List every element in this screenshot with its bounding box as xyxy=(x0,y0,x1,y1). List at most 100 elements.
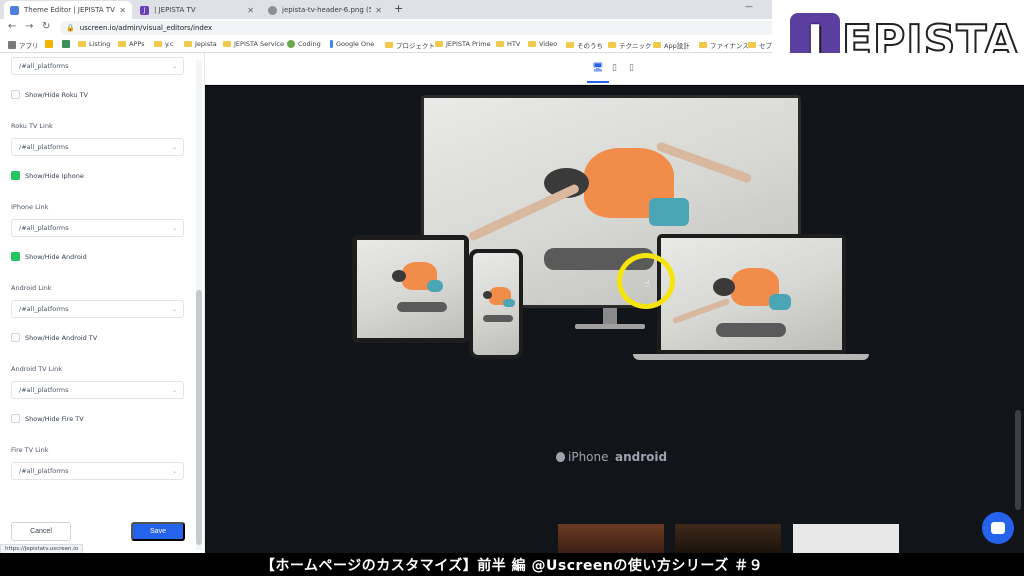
reload-icon[interactable]: ↻ xyxy=(42,21,50,32)
roku-tv-link-select[interactable]: /#all_platforms ⌄ xyxy=(11,138,184,156)
lock-icon: 🔒 xyxy=(66,24,75,32)
bookmark-item[interactable] xyxy=(45,40,56,48)
top-link-select[interactable]: /#all_platforms ⌄ xyxy=(11,57,184,75)
globe-icon xyxy=(268,5,277,15)
chevron-down-icon: ⌄ xyxy=(171,224,177,232)
android-tv-link-select[interactable]: /#all_platforms ⌄ xyxy=(11,381,184,399)
folder-icon xyxy=(528,41,536,47)
url-input[interactable]: 🔒 uscreen.io/admin/visual_editors/index xyxy=(60,21,780,35)
content-thumbnail[interactable] xyxy=(675,524,781,553)
folder-icon xyxy=(385,42,393,48)
android-tv-toggle[interactable]: Show/Hide Android TV xyxy=(11,333,97,342)
android-link-select[interactable]: /#all_platforms ⌄ xyxy=(11,300,184,318)
bookmark-jepista-service[interactable]: JEPISTA Service xyxy=(223,40,284,48)
close-icon[interactable]: ✕ xyxy=(247,6,254,15)
google-one-icon xyxy=(330,40,333,48)
folder-icon xyxy=(699,42,707,48)
tablet-hero-image xyxy=(357,240,464,338)
save-button[interactable]: Save xyxy=(131,522,185,541)
device-switcher: 🖥 ▯ ▯ xyxy=(205,53,1024,85)
chevron-down-icon: ⌄ xyxy=(171,305,177,313)
checkbox[interactable] xyxy=(11,90,20,99)
screen: Theme Editor | JEPISTA TV ✕ J | JEPISTA … xyxy=(0,0,1024,576)
folder-icon xyxy=(566,42,574,48)
android-logo: android xyxy=(615,450,668,464)
tab-header-image[interactable]: jepista-tv-header-6.png (546×1( ✕ xyxy=(262,1,388,19)
android-toggle[interactable]: Show/Hide Android xyxy=(11,252,87,261)
checkbox[interactable] xyxy=(11,333,20,342)
fire-tv-link-label: Fire TV Link xyxy=(11,446,49,454)
bookmark-app-design[interactable]: App設計 xyxy=(653,40,690,50)
scroll-thumb[interactable] xyxy=(196,290,202,545)
bookmark-sonouchi[interactable]: そのうち xyxy=(566,40,603,50)
folder-icon xyxy=(496,41,504,47)
editor-scrollbar[interactable] xyxy=(196,60,202,550)
folder-icon xyxy=(608,42,616,48)
tab-jepista-tv[interactable]: J | JEPISTA TV ✕ xyxy=(134,1,260,19)
folder-icon xyxy=(78,41,86,47)
chat-button[interactable] xyxy=(982,512,1014,544)
bookmark-jepista-prime[interactable]: JEPISTA Prime xyxy=(435,40,491,48)
cancel-button[interactable]: Cancel xyxy=(11,522,71,541)
apps-icon xyxy=(8,41,16,49)
content-thumbnail[interactable] xyxy=(558,524,664,553)
folder-icon xyxy=(435,41,443,47)
checkbox-checked[interactable] xyxy=(11,252,20,261)
bookmark-apps-folder[interactable]: APPs xyxy=(118,40,145,48)
forward-icon[interactable]: → xyxy=(25,21,33,32)
content-thumbnail[interactable] xyxy=(793,524,899,553)
close-icon[interactable]: ✕ xyxy=(375,6,382,15)
bookmark-google-one[interactable]: Google One xyxy=(330,40,374,48)
tab-theme-editor[interactable]: Theme Editor | JEPISTA TV ✕ xyxy=(4,1,132,19)
new-tab-button[interactable]: + xyxy=(394,2,403,15)
bookmark-technique[interactable]: テクニック xyxy=(608,40,652,50)
phone-hero-image xyxy=(473,253,519,355)
laptop-base xyxy=(633,354,869,360)
roku-tv-toggle[interactable]: Show/Hide Roku TV xyxy=(11,90,88,99)
chevron-down-icon: ⌄ xyxy=(171,467,177,475)
bookmark-listing[interactable]: Listing xyxy=(78,40,110,48)
minimize-icon[interactable]: — xyxy=(745,2,753,11)
tablet-icon[interactable]: ▯ xyxy=(612,63,617,73)
iphone-link-select[interactable]: /#all_platforms ⌄ xyxy=(11,219,184,237)
android-tv-link-label: Android TV Link xyxy=(11,365,62,373)
desktop-icon[interactable]: 🖥 xyxy=(592,63,603,73)
folder-icon xyxy=(748,42,756,48)
preview-scrollbar[interactable] xyxy=(1015,410,1021,510)
fire-tv-link-select[interactable]: /#all_platforms ⌄ xyxy=(11,462,184,480)
coding-icon xyxy=(287,40,295,48)
laptop-hero-image xyxy=(661,238,842,350)
tab-label: | JEPISTA TV xyxy=(154,6,196,14)
fire-tv-toggle[interactable]: Show/Hide Fire TV xyxy=(11,414,84,423)
folder-icon xyxy=(118,41,126,47)
url-text: uscreen.io/admin/visual_editors/index xyxy=(79,24,213,32)
bookmark-coding[interactable]: Coding xyxy=(287,40,321,48)
bookmark-finance[interactable]: ファイナンス xyxy=(699,40,749,50)
close-icon[interactable]: ✕ xyxy=(119,6,126,15)
folder-icon xyxy=(223,41,231,47)
hand-cursor-icon: ☝ xyxy=(644,279,651,290)
bookmark-item[interactable] xyxy=(62,40,73,48)
mobile-icon[interactable]: ▯ xyxy=(629,63,634,73)
laptop-mockup xyxy=(657,234,846,354)
bookmark-cebu[interactable]: セブ xyxy=(748,40,772,50)
bookmark-icon xyxy=(62,40,70,48)
chevron-down-icon: ⌄ xyxy=(171,62,177,70)
phone-mockup xyxy=(469,249,523,359)
tab-label: jepista-tv-header-6.png (546×1( xyxy=(282,6,372,14)
video-caption: 【ホームページのカスタマイズ】前半 編 @Uscreenの使い方シリーズ ＃９ xyxy=(0,553,1024,576)
chevron-down-icon: ⌄ xyxy=(171,386,177,394)
bookmark-jepista[interactable]: Jepista xyxy=(184,40,217,48)
bookmark-project[interactable]: プロジェクト xyxy=(385,40,435,50)
bookmark-yc[interactable]: y.c xyxy=(154,40,174,48)
bookmark-htv[interactable]: HTV xyxy=(496,40,520,48)
back-icon[interactable]: ← xyxy=(8,21,16,32)
tablet-mockup xyxy=(352,235,469,343)
bookmark-video[interactable]: Video xyxy=(528,40,557,48)
folder-icon xyxy=(653,42,661,48)
tab-label: Theme Editor | JEPISTA TV xyxy=(24,6,115,14)
iphone-toggle[interactable]: Show/Hide Iphone xyxy=(11,171,84,180)
bookmark-apps[interactable]: アプリ xyxy=(8,40,39,50)
checkbox[interactable] xyxy=(11,414,20,423)
checkbox-checked[interactable] xyxy=(11,171,20,180)
